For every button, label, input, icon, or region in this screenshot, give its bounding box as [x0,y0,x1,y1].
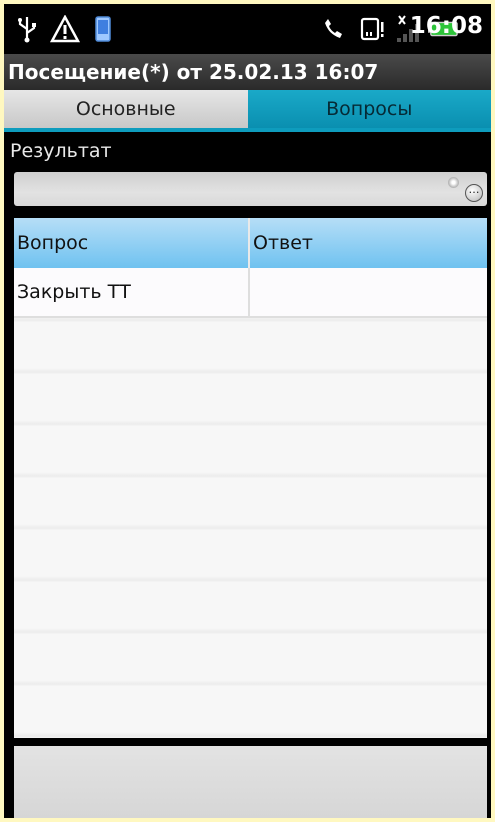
sim-icon [94,14,112,44]
more-options-icon[interactable]: … [465,184,483,202]
table-header: Вопрос Ответ [14,218,487,268]
result-label: Результат [10,140,112,162]
phone-icon [322,14,344,44]
tab-main[interactable]: Основные [4,90,248,128]
usb-icon [16,14,38,44]
tab-bar: Основные Вопросы [4,90,491,128]
cell-question[interactable]: Закрыть ТТ [14,268,250,316]
column-header-question[interactable]: Вопрос [14,218,250,268]
phone-screen: 16:08 Посещение(*) от 25.02.13 16:07 Осн… [4,4,491,818]
cell-answer[interactable] [250,268,487,316]
radio-indicator-icon [448,177,459,188]
questions-table: Вопрос Ответ Закрыть ТТ [14,218,487,738]
warning-icon [50,14,80,44]
tab-questions[interactable]: Вопросы [247,90,491,128]
status-time: 16:08 [409,13,483,39]
page-title: Посещение(*) от 25.02.13 16:07 [4,54,491,90]
table-row[interactable]: Закрыть ТТ [14,268,487,318]
bottom-panel [14,746,487,818]
column-header-answer[interactable]: Ответ [250,218,487,268]
status-bar: 16:08 [4,4,491,54]
tab-indicator-line [4,128,491,132]
sd-card-icon [360,14,386,44]
result-field[interactable]: … [14,172,487,206]
